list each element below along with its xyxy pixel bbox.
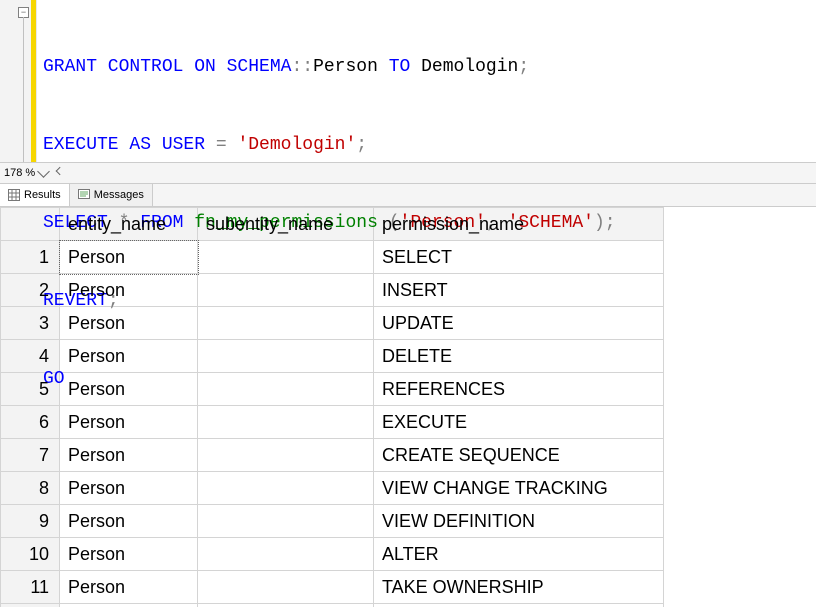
tab-messages-label: Messages bbox=[94, 189, 144, 201]
change-marker bbox=[31, 0, 36, 162]
cell-permission-name[interactable]: VIEW CHANGE TRACKING bbox=[374, 472, 664, 505]
row-number[interactable]: 10 bbox=[1, 538, 60, 571]
cell-entity-name[interactable]: Person bbox=[60, 571, 198, 604]
code-line[interactable]: GRANT CONTROL ON SCHEMA::Person TO Demol… bbox=[43, 54, 616, 80]
table-row[interactable]: 9Person VIEW DEFINITION bbox=[1, 505, 664, 538]
code-line[interactable]: GO bbox=[43, 366, 616, 392]
scroll-left-icon[interactable] bbox=[54, 168, 64, 178]
cell-subentity-name[interactable] bbox=[198, 571, 374, 604]
fold-guide bbox=[23, 17, 24, 162]
cell-subentity-name[interactable] bbox=[198, 505, 374, 538]
table-row[interactable]: 10Person ALTER bbox=[1, 538, 664, 571]
row-number[interactable]: 12 bbox=[1, 604, 60, 607]
table-row[interactable]: 11Person TAKE OWNERSHIP bbox=[1, 571, 664, 604]
messages-icon bbox=[78, 189, 90, 201]
cell-subentity-name[interactable] bbox=[198, 472, 374, 505]
results-grid-icon bbox=[8, 189, 20, 201]
cell-entity-name[interactable]: Person bbox=[60, 505, 198, 538]
zoom-value[interactable]: 178 % bbox=[4, 167, 35, 179]
sql-editor[interactable]: − GRANT CONTROL ON SCHEMA::Person TO Dem… bbox=[0, 0, 816, 162]
cell-entity-name[interactable]: Person bbox=[60, 472, 198, 505]
table-row[interactable]: 8Person VIEW CHANGE TRACKING bbox=[1, 472, 664, 505]
row-number[interactable]: 11 bbox=[1, 571, 60, 604]
code-line[interactable]: REVERT; bbox=[43, 288, 616, 314]
tab-results-label: Results bbox=[24, 189, 61, 201]
row-number[interactable]: 8 bbox=[1, 472, 60, 505]
cell-entity-name[interactable]: Person bbox=[60, 604, 198, 607]
cell-entity-name[interactable]: Person bbox=[60, 538, 198, 571]
code-line[interactable]: EXECUTE AS USER = 'Demologin'; bbox=[43, 132, 616, 158]
cell-subentity-name[interactable] bbox=[198, 604, 374, 607]
cell-subentity-name[interactable] bbox=[198, 538, 374, 571]
tab-results[interactable]: Results bbox=[0, 184, 70, 206]
editor-gutter: − bbox=[0, 0, 37, 162]
cell-permission-name[interactable]: VIEW DEFINITION bbox=[374, 505, 664, 538]
row-number[interactable]: 9 bbox=[1, 505, 60, 538]
table-row[interactable]: 12Person CONTROL bbox=[1, 604, 664, 607]
cell-permission-name[interactable]: TAKE OWNERSHIP bbox=[374, 571, 664, 604]
cell-permission-name[interactable]: CONTROL bbox=[374, 604, 664, 607]
tab-messages[interactable]: Messages bbox=[70, 184, 153, 206]
code-text[interactable]: GRANT CONTROL ON SCHEMA::Person TO Demol… bbox=[37, 0, 616, 162]
cell-permission-name[interactable]: ALTER bbox=[374, 538, 664, 571]
